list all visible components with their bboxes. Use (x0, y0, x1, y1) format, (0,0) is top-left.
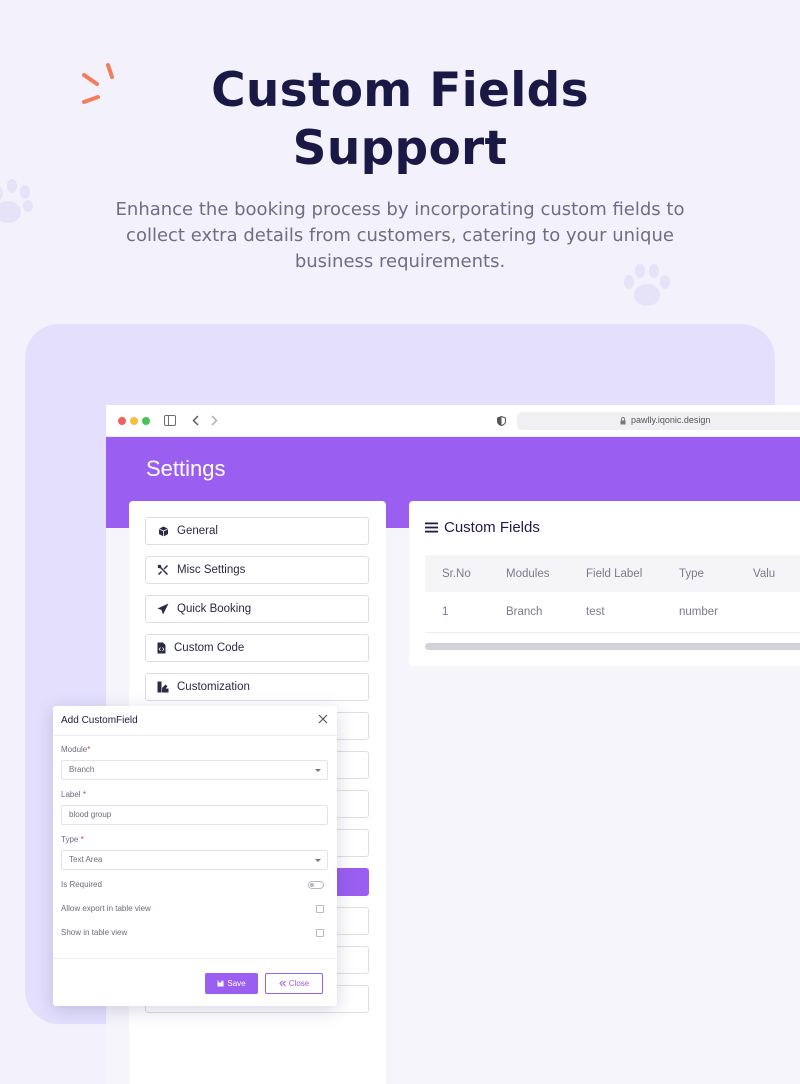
label-input[interactable]: blood group (61, 805, 328, 825)
back-arrow-icon[interactable] (192, 415, 199, 426)
horizontal-scrollbar[interactable] (425, 643, 800, 650)
type-select[interactable]: Text Area (61, 850, 328, 870)
cell-type: number (679, 606, 718, 618)
add-custom-field-modal: Add CustomField Module* Branch Label * b… (53, 706, 337, 1006)
lock-icon (620, 417, 626, 425)
sidebar-item-label: General (177, 525, 218, 537)
forward-arrow-icon[interactable] (211, 415, 218, 426)
modal-header: Add CustomField (53, 706, 337, 736)
sidebar-item-label: Quick Booking (177, 603, 252, 615)
hero-title: Custom Fields Support (0, 62, 800, 178)
column-header-field-label[interactable]: Field Label (586, 568, 642, 580)
modal-footer-divider (53, 958, 337, 959)
tools-icon (157, 564, 169, 576)
is-required-toggle[interactable] (308, 881, 324, 889)
close-icon[interactable] (317, 713, 329, 725)
table-row[interactable]: 1 Branch test number (425, 592, 800, 633)
label-input-placeholder: blood group (69, 810, 112, 819)
sidebar-item-label: Custom Code (174, 642, 245, 654)
hamburger-menu-icon[interactable] (425, 522, 438, 533)
column-header-sr-no[interactable]: Sr.No (442, 568, 471, 580)
show-in-table-label: Show in table view (61, 928, 128, 937)
paw-print-icon (624, 264, 670, 306)
column-header-type[interactable]: Type (679, 568, 704, 580)
page-title: Settings (146, 456, 226, 481)
hero-title-line2: Support (292, 121, 508, 176)
type-field-label: Type * (61, 835, 84, 844)
custom-fields-title: Custom Fields (425, 519, 540, 536)
table-header: Sr.No Modules Field Label Type Valu (425, 555, 800, 592)
palette-icon (157, 681, 169, 693)
module-select[interactable]: Branch (61, 760, 328, 780)
custom-fields-table: Sr.No Modules Field Label Type Valu 1 Br… (425, 555, 800, 633)
column-header-value[interactable]: Valu (753, 568, 775, 580)
show-in-table-checkbox[interactable] (316, 929, 324, 937)
close-button[interactable]: Close (265, 973, 323, 994)
cell-field-label: test (586, 606, 605, 618)
type-select-value: Text Area (69, 855, 103, 864)
window-close-dot[interactable] (118, 417, 126, 425)
window-maximize-dot[interactable] (142, 417, 150, 425)
chevron-down-icon (315, 859, 321, 862)
hero-subtitle: Enhance the booking process by incorpora… (115, 199, 685, 272)
paw-print-icon (0, 179, 33, 223)
module-select-value: Branch (69, 765, 95, 774)
window-minimize-dot[interactable] (130, 417, 138, 425)
address-bar-url: pawlly.iqonic.design (631, 415, 711, 425)
allow-export-label: Allow export in table view (61, 904, 151, 913)
address-bar[interactable]: pawlly.iqonic.design (517, 412, 800, 430)
sidebar-item-customization[interactable]: Customization (145, 673, 369, 701)
sidebar-item-quick-booking[interactable]: Quick Booking (145, 595, 369, 623)
code-file-icon (157, 642, 166, 654)
paper-plane-icon (157, 603, 169, 615)
close-button-label: Close (288, 979, 310, 988)
sidebar-item-custom-code[interactable]: Custom Code (145, 634, 369, 662)
floppy-disk-icon (217, 980, 224, 987)
double-chevron-left-icon (279, 980, 286, 987)
sidebar-toggle-icon[interactable] (164, 415, 176, 426)
save-button[interactable]: Save (205, 973, 258, 994)
label-field-label: Label * (61, 790, 86, 799)
custom-fields-card: Custom Fields Sr.No Modules Field Label … (409, 501, 800, 666)
modal-title: Add CustomField (61, 715, 138, 726)
column-header-modules[interactable]: Modules (506, 568, 549, 580)
hero-title-line1: Custom Fields (211, 63, 589, 118)
save-button-label: Save (227, 979, 246, 988)
sidebar-item-misc-settings[interactable]: Misc Settings (145, 556, 369, 584)
cube-icon (157, 525, 169, 537)
is-required-label: Is Required (61, 880, 102, 889)
chevron-down-icon (315, 769, 321, 772)
shield-icon (497, 416, 506, 426)
custom-fields-title-text: Custom Fields (444, 519, 540, 536)
module-field-label: Module* (61, 745, 91, 754)
sidebar-item-general[interactable]: General (145, 517, 369, 545)
sidebar-item-label: Customization (177, 681, 250, 693)
browser-chrome: pawlly.iqonic.design (106, 405, 800, 437)
cell-sr-no: 1 (442, 606, 449, 618)
cell-module: Branch (506, 606, 543, 618)
sidebar-item-label: Misc Settings (177, 564, 246, 576)
allow-export-checkbox[interactable] (316, 905, 324, 913)
